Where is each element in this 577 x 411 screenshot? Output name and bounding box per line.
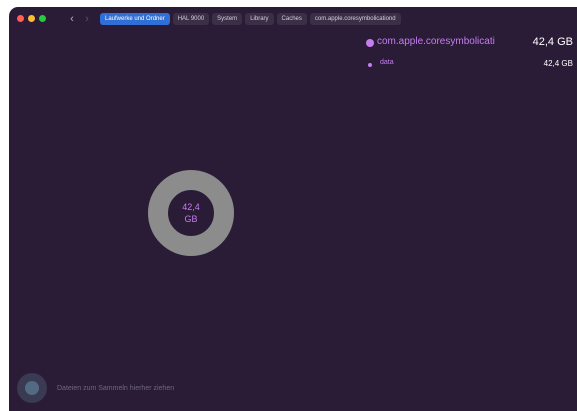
- ring-size-unit: GB: [184, 214, 198, 224]
- app-window: ‹ › Laufwerke und Ordner HAL 9000 System…: [9, 7, 577, 411]
- ring-center-label: 42,4 GB: [147, 201, 235, 225]
- legend-item-data[interactable]: data 42,4 GB: [363, 57, 573, 79]
- legend-item-size: 42,4 GB: [532, 36, 573, 48]
- forward-icon[interactable]: ›: [81, 12, 93, 26]
- collector-drop-icon[interactable]: [17, 373, 47, 403]
- breadcrumb-item-hal9000[interactable]: HAL 9000: [172, 13, 210, 25]
- close-window-button[interactable]: [17, 15, 24, 22]
- usage-ring-chart[interactable]: 42,4 GB: [147, 169, 235, 257]
- breadcrumb-item-caches[interactable]: Caches: [276, 13, 307, 25]
- legend-item-name: com.apple.coresymbolicati: [377, 36, 495, 47]
- drop-hint-text: Dateien zum Sammeln hierher ziehen: [57, 385, 175, 392]
- breadcrumb-item-system[interactable]: System: [212, 13, 243, 25]
- back-icon[interactable]: ‹: [66, 12, 78, 26]
- breadcrumb-item-library[interactable]: Library: [245, 13, 274, 25]
- minimize-window-button[interactable]: [28, 15, 35, 22]
- breadcrumb-item-drives[interactable]: Laufwerke und Ordner: [100, 13, 170, 25]
- file-color-icon: [368, 63, 372, 67]
- ring-size-value: 42,4: [182, 202, 200, 212]
- breadcrumb-item-coresymbolicationd[interactable]: com.apple.coresymbolicationd: [309, 13, 401, 25]
- legend-item-folder[interactable]: com.apple.coresymbolicati 42,4 GB: [363, 35, 573, 57]
- maximize-window-button[interactable]: [39, 15, 46, 22]
- title-bar: ‹ › Laufwerke und Ordner HAL 9000 System…: [9, 7, 577, 31]
- legend-item-name: data: [380, 59, 394, 66]
- legend-item-size: 42,4 GB: [543, 59, 573, 68]
- breadcrumb: Laufwerke und Ordner HAL 9000 System Lib…: [100, 13, 401, 25]
- folder-color-icon: [366, 39, 374, 47]
- folder-legend: com.apple.coresymbolicati 42,4 GB data 4…: [363, 35, 573, 79]
